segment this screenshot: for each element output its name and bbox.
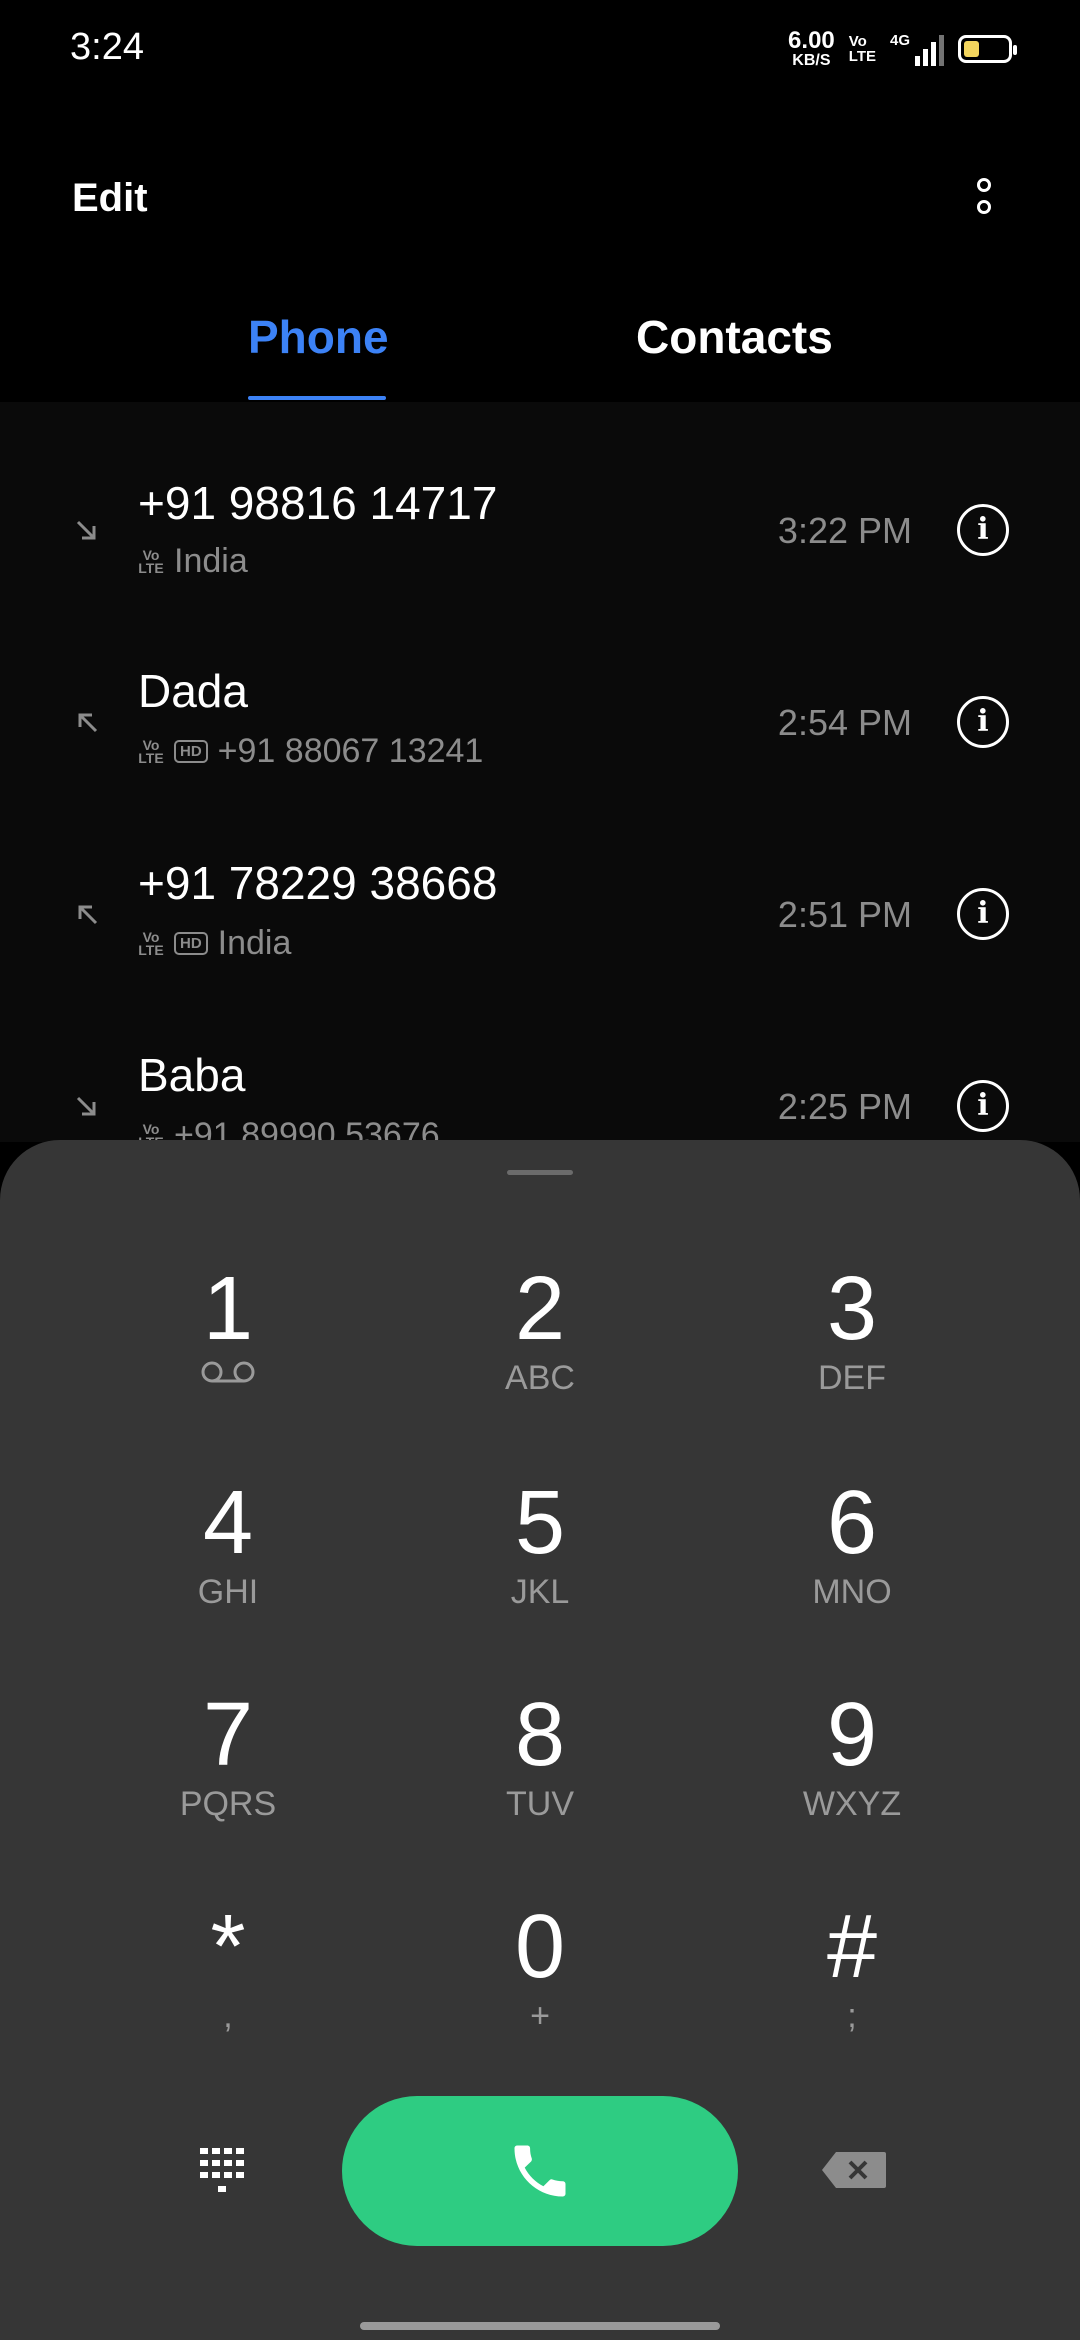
tab-phone[interactable]: Phone <box>248 310 389 364</box>
volte-icon: Vo LTE <box>849 34 876 64</box>
call-log-row[interactable]: +91 78229 38668 Vo LTE HD India 2:51 PM i <box>0 786 1080 978</box>
call-time: 2:25 PM <box>777 1086 912 1127</box>
call-subtitle-row: Vo LTE +91 89990 53676 <box>138 1116 440 1142</box>
more-options-icon[interactable] <box>966 178 1002 228</box>
call-time: 3:22 PM <box>777 510 912 551</box>
status-icons: 6.00 KB/S Vo LTE 4G <box>788 26 1017 72</box>
sheet-drag-handle[interactable] <box>507 1170 573 1175</box>
dial-key-digit: 2 <box>514 1259 566 1359</box>
dial-key-digit: 8 <box>514 1685 566 1785</box>
dial-key-letters: ; <box>847 1997 857 2035</box>
incoming-call-icon <box>76 1096 96 1116</box>
network-type: 4G <box>889 32 910 49</box>
hd-badge: HD <box>174 932 208 955</box>
dial-key-letters: ABC <box>505 1359 575 1397</box>
dial-key-digit: 4 <box>202 1473 254 1573</box>
backspace-icon[interactable] <box>820 2150 888 2190</box>
call-info-icon[interactable]: i <box>957 696 1009 748</box>
dial-key-digit: 1 <box>202 1259 254 1359</box>
call-subtitle: India <box>217 924 292 962</box>
signal-icon: 4G <box>890 32 944 66</box>
volte-icon-bottom: LTE <box>848 48 876 65</box>
network-speed-value: 6.00 <box>788 27 835 54</box>
dial-key-7[interactable]: 7 PQRS <box>108 1690 348 1860</box>
call-info-icon[interactable]: i <box>957 888 1009 940</box>
call-name: +91 78229 38668 <box>138 857 498 909</box>
volte-badge: Vo LTE <box>138 548 164 576</box>
incoming-call-icon <box>76 520 96 540</box>
dial-key-letters: JKL <box>510 1573 570 1611</box>
call-subtitle: India <box>174 542 248 580</box>
dial-key-8[interactable]: 8 TUV <box>420 1690 660 1860</box>
volte-badge: Vo LTE <box>138 738 164 766</box>
call-time: 2:51 PM <box>777 894 912 935</box>
dial-key-digit: 0 <box>514 1897 566 1997</box>
active-tab-indicator <box>248 396 386 400</box>
battery-icon <box>958 35 1017 63</box>
call-subtitle-row: Vo LTE HD India <box>138 924 291 963</box>
battery-level <box>964 41 979 57</box>
dialpad-toggle-icon[interactable] <box>198 2144 250 2196</box>
outgoing-call-icon <box>78 713 98 733</box>
dial-key-digit: 3 <box>826 1259 878 1359</box>
dial-key-star[interactable]: * , <box>108 1902 348 2072</box>
call-info-icon[interactable]: i <box>957 1080 1009 1132</box>
dial-key-letters: DEF <box>818 1359 886 1397</box>
dial-key-letters: WXYZ <box>802 1785 902 1823</box>
dial-key-2[interactable]: 2 ABC <box>420 1264 660 1434</box>
dial-key-digit: 9 <box>826 1685 878 1785</box>
call-log-row[interactable]: Baba Vo LTE +91 89990 53676 2:25 PM i <box>0 978 1080 1142</box>
call-time: 2:54 PM <box>777 702 912 743</box>
call-name: Dada <box>138 665 248 717</box>
call-info-icon[interactable]: i <box>957 504 1009 556</box>
dial-key-5[interactable]: 5 JKL <box>420 1478 660 1648</box>
dial-key-digit: 7 <box>202 1685 254 1785</box>
call-subtitle-row: Vo LTE HD +91 88067 13241 <box>138 732 483 771</box>
call-subtitle-row: Vo LTE India <box>138 542 248 581</box>
dial-key-0[interactable]: 0 + <box>420 1902 660 2072</box>
voicemail-icon <box>201 1361 255 1383</box>
dialpad-sheet: 1 2 ABC 3 DEF 4 GHI 5 JKL 6 MNO 7 PQRS 8… <box>0 1140 1080 2340</box>
volte-icon-top: Vo <box>848 33 867 50</box>
call-name: +91 98816 14717 <box>138 477 498 529</box>
call-subtitle: +91 89990 53676 <box>174 1116 440 1142</box>
network-speed-unit: KB/S <box>792 52 831 69</box>
dial-key-letters: , <box>223 1997 233 2035</box>
dial-key-letters: + <box>530 1997 550 2035</box>
call-log-list[interactable]: +91 98816 14717 Vo LTE India 3:22 PM i Da… <box>0 402 1080 1142</box>
dial-key-digit: # <box>826 1897 878 1997</box>
volte-badge-bottom: LTE <box>138 749 164 766</box>
status-time: 3:24 <box>70 26 144 68</box>
outgoing-call-icon <box>78 905 98 925</box>
network-speed: 6.00 KB/S <box>788 29 835 69</box>
volte-badge: Vo LTE <box>138 930 164 958</box>
volte-badge-bottom: LTE <box>138 559 164 576</box>
dial-key-1[interactable]: 1 <box>108 1264 348 1434</box>
call-log-row[interactable]: +91 98816 14717 Vo LTE India 3:22 PM i <box>0 402 1080 594</box>
call-subtitle: +91 88067 13241 <box>217 732 484 770</box>
call-button[interactable] <box>342 2096 738 2246</box>
volte-badge-bottom: LTE <box>138 941 164 958</box>
phone-icon <box>514 2145 566 2197</box>
edit-button[interactable]: Edit <box>72 176 148 221</box>
dial-key-9[interactable]: 9 WXYZ <box>732 1690 972 1860</box>
dial-key-4[interactable]: 4 GHI <box>108 1478 348 1648</box>
dial-key-digit: 6 <box>826 1473 878 1573</box>
tab-contacts[interactable]: Contacts <box>636 310 833 364</box>
dial-key-3[interactable]: 3 DEF <box>732 1264 972 1434</box>
status-bar: 3:24 6.00 KB/S Vo LTE 4G <box>0 0 1080 100</box>
dial-key-6[interactable]: 6 MNO <box>732 1478 972 1648</box>
hd-badge: HD <box>174 740 208 763</box>
dial-key-letters: MNO <box>812 1573 892 1611</box>
dial-key-hash[interactable]: # ; <box>732 1902 972 2072</box>
dial-key-letters: GHI <box>197 1573 259 1611</box>
dial-key-digit: 5 <box>514 1473 566 1573</box>
home-indicator[interactable] <box>360 2322 720 2330</box>
dial-key-digit: * <box>210 1897 246 1997</box>
dial-key-letters: PQRS <box>179 1785 277 1823</box>
call-log-row[interactable]: Dada Vo LTE HD +91 88067 13241 2:54 PM i <box>0 594 1080 786</box>
dial-key-letters: TUV <box>506 1785 574 1823</box>
call-name: Baba <box>138 1049 246 1101</box>
